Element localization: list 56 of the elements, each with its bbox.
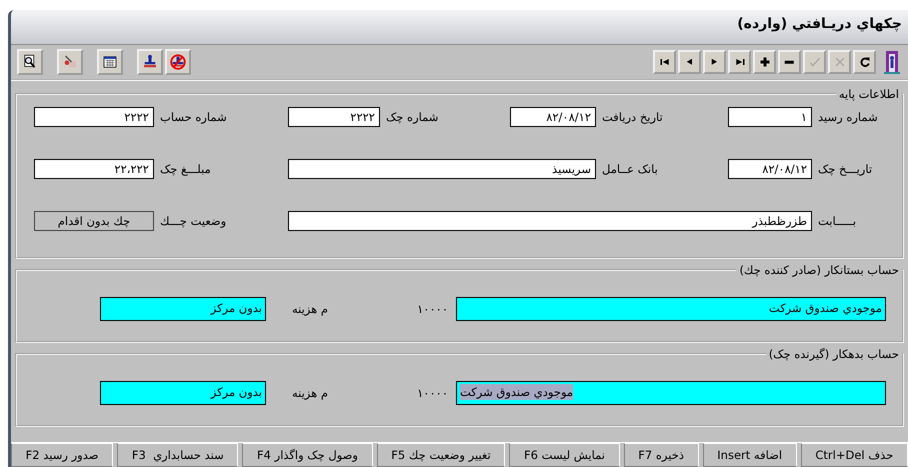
field-label: م هزینه [290, 386, 328, 400]
last-button[interactable] [728, 50, 751, 74]
refresh-button[interactable] [853, 50, 876, 74]
preview-button[interactable] [17, 49, 43, 75]
function-key-button[interactable]: وصول چک واگذار F4 [242, 443, 373, 467]
function-key-button[interactable]: اضافه Insert [702, 443, 797, 467]
field-label: م هزینه [290, 302, 328, 316]
input-field[interactable]: سریسیذ [288, 159, 596, 179]
account-code: ۱۰۰۰۰ [416, 386, 448, 400]
status-button[interactable]: چك بدون اقدام [34, 211, 154, 231]
field-label: بانک عــامل [602, 162, 659, 176]
plus-button[interactable] [753, 50, 776, 74]
input-field[interactable]: ۸۲/۰۸/۱۲ [510, 107, 596, 127]
input-field[interactable]: ۱ [728, 107, 812, 127]
window-title: چکهاي دريـافتي (وارده) [737, 16, 902, 32]
field-label: تاریخ دریافت [602, 110, 664, 124]
field-label: شماره حساب [160, 110, 228, 124]
no-stamp-button[interactable] [165, 49, 191, 75]
input-field[interactable]: طزرظطبذر [288, 211, 812, 231]
next-button[interactable] [703, 50, 726, 74]
next-icon [711, 58, 718, 66]
account-field[interactable]: موجودي صندوق شرکت [456, 297, 886, 321]
no-stamp-icon [169, 53, 187, 71]
input-field[interactable]: ۸۲/۰۸/۱۲ [728, 159, 812, 179]
input-field[interactable]: ۲۲۲۲ [34, 107, 154, 127]
function-key-button[interactable]: ذخیره F7 [624, 443, 699, 467]
account-field[interactable]: موجودي صندوق شرکت [456, 381, 886, 405]
calendar-button[interactable] [97, 49, 123, 75]
input-field[interactable]: ۲۲،۲۲۲ [34, 159, 154, 179]
input-field[interactable]: ۲۲۲۲ [288, 107, 380, 127]
function-key-button[interactable]: تغییر وضعیت چك F5 [376, 443, 506, 467]
prior-icon [686, 58, 693, 66]
field-label: وضعیت چـــك [160, 214, 228, 228]
function-key-button[interactable]: سند حسابداري F3 [117, 443, 238, 467]
field-label: شماره چک [386, 110, 440, 124]
prior-button[interactable] [678, 50, 701, 74]
function-key-button[interactable]: نمایش لیست F6 [509, 443, 620, 467]
group-title: اطلاعات پایه [838, 87, 900, 101]
minus-icon [784, 60, 795, 64]
field-label: تاریـــخ چک [818, 162, 874, 176]
account-name: موجودي صندوق شرکت [768, 300, 882, 316]
function-key-button[interactable]: صدور رسید F2 [11, 443, 114, 467]
field-label: مبلـــغ چک [160, 162, 212, 176]
field-label: شماره رسید [818, 110, 879, 124]
cost-center-field[interactable]: بدون مرکز [100, 381, 266, 405]
group-title: حساب بستانکار (صادر کننده چك) [738, 263, 900, 277]
minus-button[interactable] [778, 50, 801, 74]
first-button[interactable] [653, 50, 676, 74]
account-code: ۱۰۰۰۰ [416, 302, 448, 316]
cost-center-field[interactable]: بدون مرکز [100, 297, 266, 321]
stamp-button[interactable] [137, 49, 163, 75]
function-key-button[interactable]: حذف Ctrl+Del [800, 443, 908, 467]
exit-door-icon[interactable] [882, 49, 902, 75]
group-title: حساب بدهکار (گیرنده چک) [768, 347, 900, 361]
account-name: موجودي صندوق شرکت [460, 384, 574, 400]
field-label: بـــــابت [818, 214, 858, 228]
